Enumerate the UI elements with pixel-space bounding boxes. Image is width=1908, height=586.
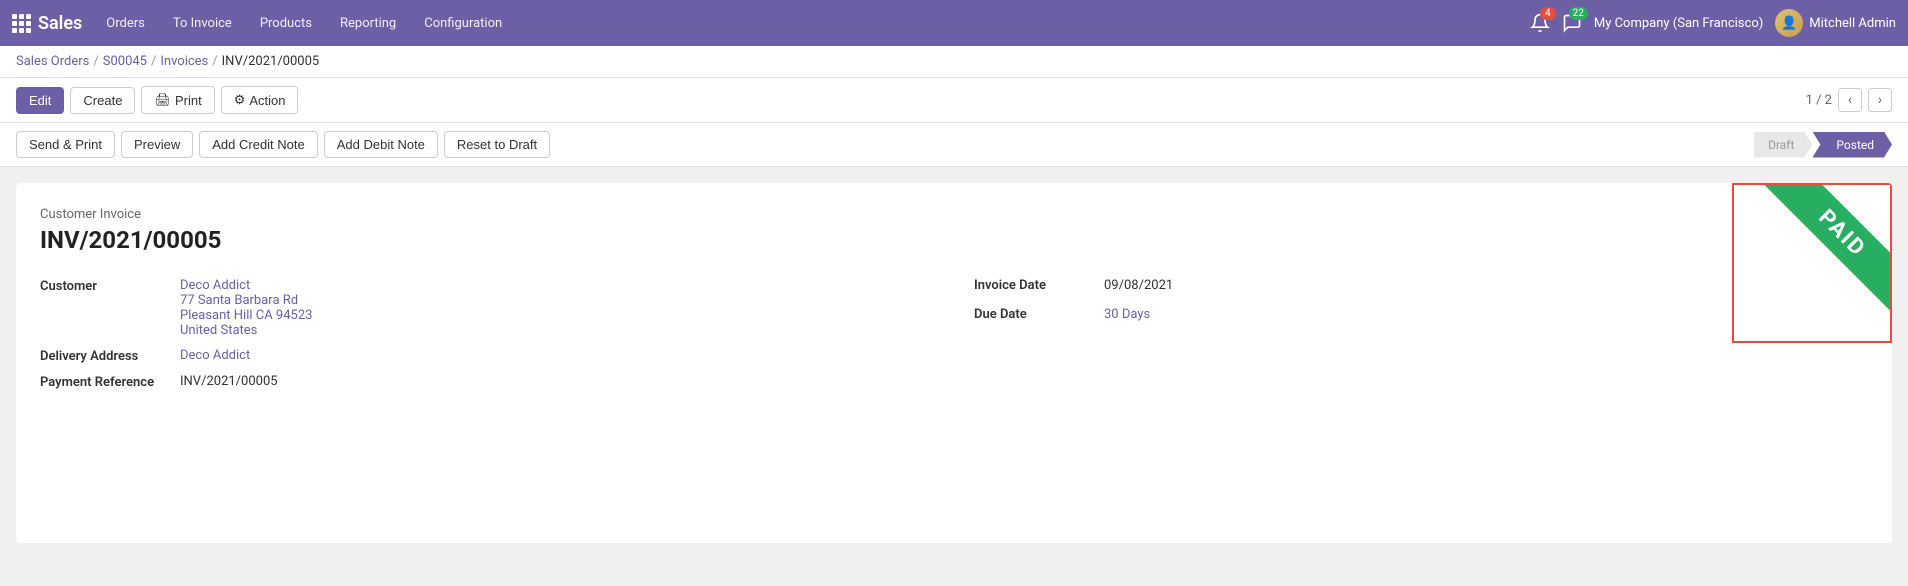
user-avatar: 👤	[1775, 9, 1803, 37]
action-button[interactable]: ⚙ Action	[221, 86, 299, 114]
due-date-label: Due Date	[974, 307, 1104, 322]
prev-record-button[interactable]: ‹	[1838, 88, 1862, 112]
customer-value: Deco Addict 77 Santa Barbara Rd Pleasant…	[180, 278, 312, 338]
status-pipeline: Draft Posted	[1754, 132, 1892, 158]
add-credit-note-button[interactable]: Add Credit Note	[199, 131, 318, 158]
delivery-address-field-row: Delivery Address Deco Addict	[40, 348, 934, 364]
print-button[interactable]: 🖨 Print	[141, 86, 214, 114]
invoice-date-label: Invoice Date	[974, 278, 1104, 293]
paid-stamp: PAID	[1764, 183, 1892, 312]
notifications-badge: 4	[1540, 7, 1556, 20]
payment-reference-label: Payment Reference	[40, 374, 180, 390]
customer-label: Customer	[40, 278, 180, 294]
paid-stamp-container: PAID	[1732, 183, 1892, 343]
breadcrumb-sep-3: /	[212, 54, 217, 69]
messages-badge: 22	[1569, 7, 1588, 20]
messages-button[interactable]: 22	[1562, 13, 1582, 33]
invoice-subtitle: Customer Invoice	[40, 207, 1868, 222]
nav-configuration[interactable]: Configuration	[412, 10, 514, 37]
breadcrumb-current: INV/2021/00005	[222, 54, 320, 69]
avatar-image: 👤	[1775, 9, 1803, 37]
app-name: Sales	[38, 13, 82, 34]
notifications-button[interactable]: 4	[1530, 13, 1550, 33]
nav-reporting[interactable]: Reporting	[328, 10, 408, 37]
breadcrumb-s00045[interactable]: S00045	[103, 54, 147, 69]
gear-icon: ⚙	[234, 92, 246, 108]
customer-address-2: Pleasant Hill CA 94523	[180, 308, 312, 323]
toolbar: Edit Create 🖨 Print ⚙ Action 1 / 2 ‹ ›	[0, 78, 1908, 123]
invoice-card: PAID Customer Invoice INV/2021/00005 Cus…	[16, 183, 1892, 543]
invoice-left-fields: Customer Deco Addict 77 Santa Barbara Rd…	[40, 278, 934, 400]
user-name: Mitchell Admin	[1809, 16, 1896, 31]
delivery-address-label: Delivery Address	[40, 348, 180, 364]
payment-reference-field-row: Payment Reference INV/2021/00005	[40, 374, 934, 390]
breadcrumb-sep-1: /	[93, 54, 98, 69]
edit-button[interactable]: Edit	[16, 87, 64, 114]
create-button[interactable]: Create	[70, 87, 135, 114]
customer-address-1: 77 Santa Barbara Rd	[180, 293, 312, 308]
topnav-right-section: 4 22 My Company (San Francisco) 👤 Mitche…	[1530, 9, 1896, 37]
status-draft[interactable]: Draft	[1754, 132, 1812, 158]
company-name[interactable]: My Company (San Francisco)	[1594, 16, 1763, 31]
user-menu[interactable]: 👤 Mitchell Admin	[1775, 9, 1896, 37]
main-content: PAID Customer Invoice INV/2021/00005 Cus…	[0, 167, 1908, 559]
customer-field-row: Customer Deco Addict 77 Santa Barbara Rd…	[40, 278, 934, 338]
preview-button[interactable]: Preview	[121, 131, 193, 158]
due-date-link[interactable]: 30 Days	[1104, 307, 1150, 322]
grid-icon	[12, 14, 30, 33]
invoice-number: INV/2021/00005	[40, 226, 1868, 254]
reset-to-draft-button[interactable]: Reset to Draft	[444, 131, 550, 158]
breadcrumb-invoices[interactable]: Invoices	[160, 54, 208, 69]
breadcrumb-sep-2: /	[151, 54, 156, 69]
top-navigation: Sales Orders To Invoice Products Reporti…	[0, 0, 1908, 46]
send-print-button[interactable]: Send & Print	[16, 131, 115, 158]
delivery-address-link[interactable]: Deco Addict	[180, 348, 250, 363]
status-posted[interactable]: Posted	[1812, 132, 1892, 158]
invoice-date-value: 09/08/2021	[1104, 278, 1173, 293]
invoice-fields: Customer Deco Addict 77 Santa Barbara Rd…	[40, 278, 1868, 400]
action-bar: Send & Print Preview Add Credit Note Add…	[0, 123, 1908, 167]
breadcrumb-sales-orders[interactable]: Sales Orders	[16, 54, 89, 69]
app-logo[interactable]: Sales	[12, 13, 82, 34]
customer-address-country: United States	[180, 323, 312, 338]
nav-orders[interactable]: Orders	[94, 10, 157, 37]
payment-reference-value: INV/2021/00005	[180, 374, 278, 389]
due-date-value: 30 Days	[1104, 307, 1150, 322]
printer-icon: 🖨	[154, 92, 171, 108]
nav-products[interactable]: Products	[248, 10, 324, 37]
breadcrumb: Sales Orders / S00045 / Invoices / INV/2…	[0, 46, 1908, 78]
status-steps: Draft Posted	[1754, 132, 1892, 158]
nav-to-invoice[interactable]: To Invoice	[161, 10, 244, 37]
next-record-button[interactable]: ›	[1868, 88, 1892, 112]
delivery-address-value: Deco Addict	[180, 348, 250, 363]
pagination-controls: 1 / 2 ‹ ›	[1806, 88, 1892, 112]
add-debit-note-button[interactable]: Add Debit Note	[324, 131, 438, 158]
pagination-text: 1 / 2	[1806, 93, 1832, 108]
customer-name-link[interactable]: Deco Addict	[180, 278, 250, 293]
